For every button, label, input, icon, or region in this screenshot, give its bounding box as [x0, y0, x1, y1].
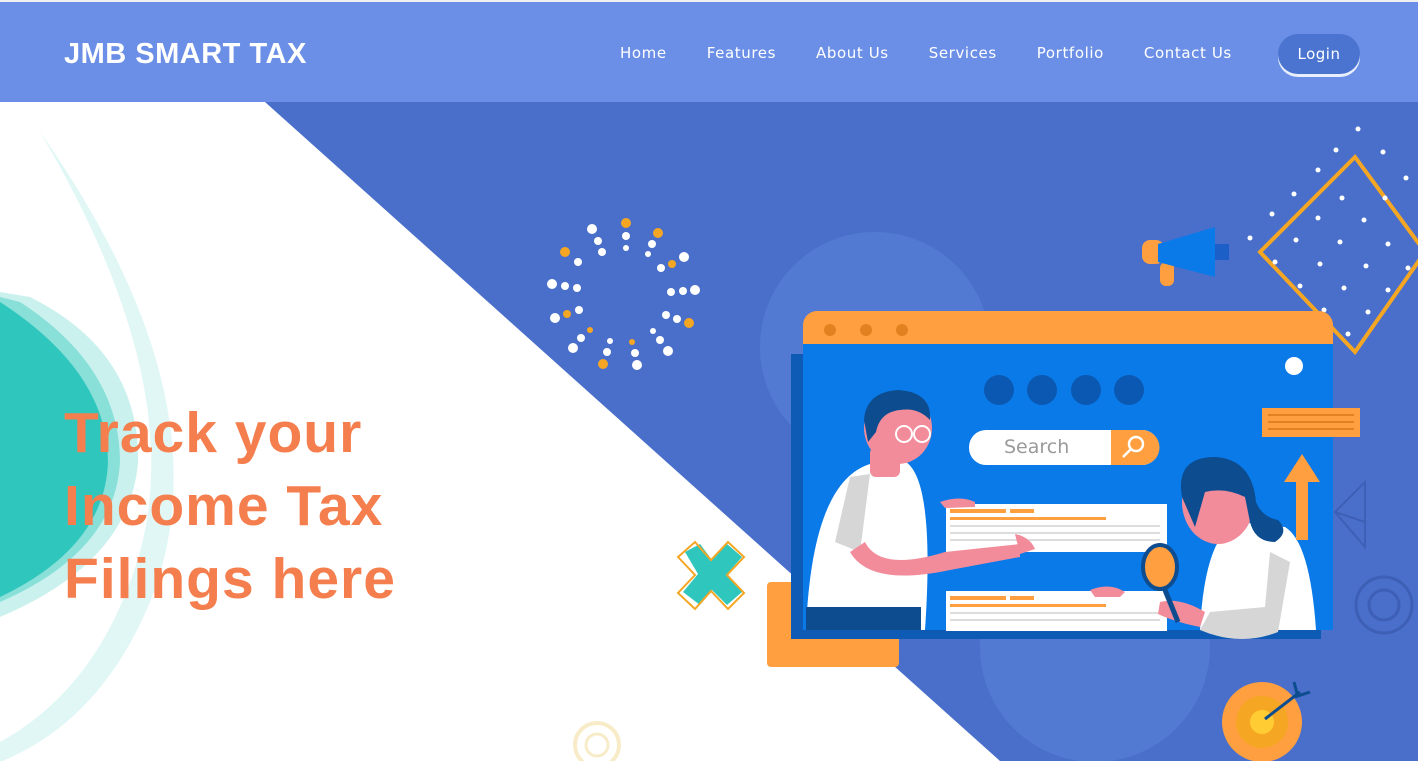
hero-section: Track your Income Tax Filings here Searc… [0, 102, 1418, 761]
nav-home[interactable]: Home [620, 44, 667, 62]
dotted-burst-decoration [547, 218, 700, 370]
nav-about-us[interactable]: About Us [816, 44, 889, 62]
hero-illustration [547, 126, 1418, 761]
target-icon [1222, 681, 1311, 761]
nav-contact-us[interactable]: Contact Us [1144, 44, 1232, 62]
nav-links: Home Features About Us Services Portfoli… [620, 44, 1272, 62]
nav-portfolio[interactable]: Portfolio [1037, 44, 1104, 62]
search-placeholder: Search [1004, 436, 1070, 458]
paper-plane-icon [1333, 479, 1366, 550]
megaphone-icon [1142, 227, 1229, 286]
login-button[interactable]: Login [1278, 34, 1360, 74]
nav-features[interactable]: Features [707, 44, 776, 62]
ring-decoration [1354, 575, 1414, 635]
x-mark-icon [676, 540, 746, 611]
top-navbar: JMB SMART TAX Home Features About Us Ser… [0, 0, 1418, 102]
brand-logo[interactable]: JMB SMART TAX [64, 38, 307, 71]
nav-services[interactable]: Services [929, 44, 997, 62]
note-card-decoration [1262, 408, 1360, 437]
